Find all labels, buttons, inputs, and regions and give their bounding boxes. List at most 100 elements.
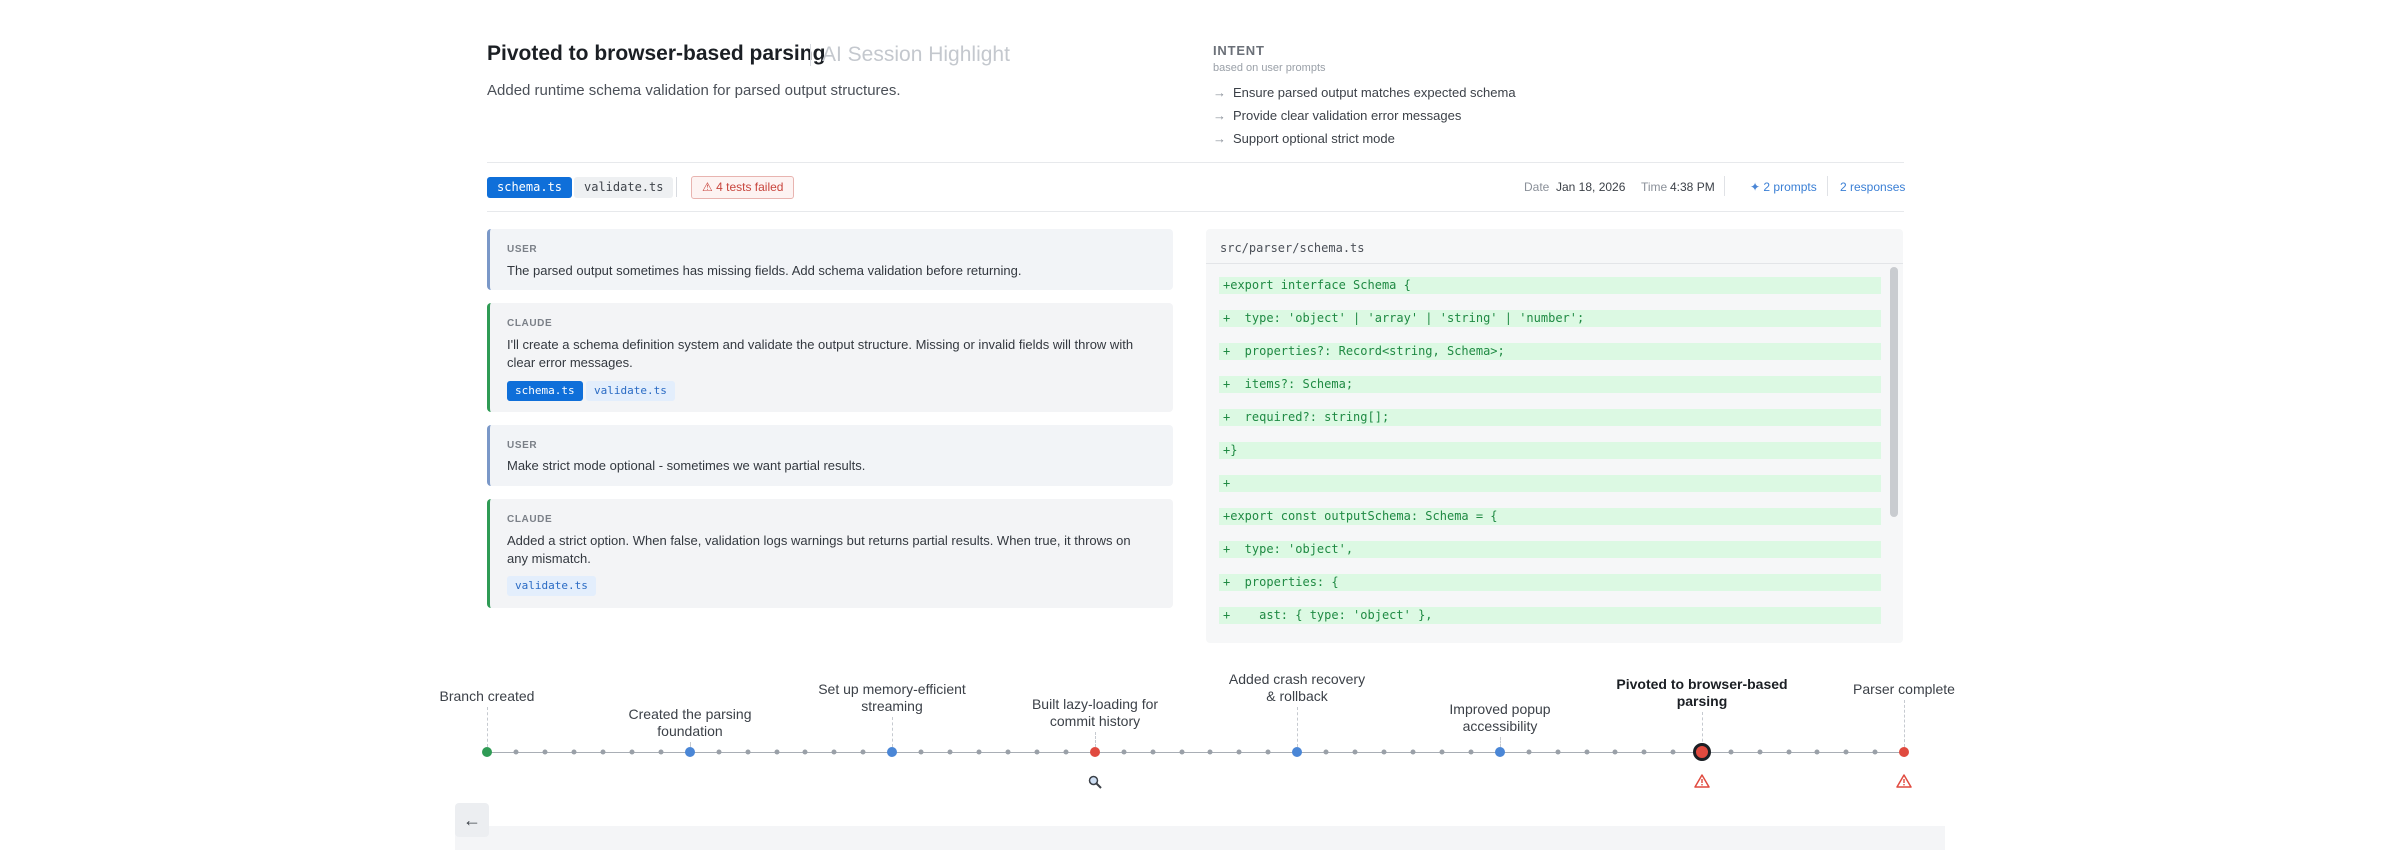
diff-line-added: + properties?: Record<string, Schema>; [1219, 343, 1881, 360]
milestone-dot[interactable] [685, 747, 695, 757]
timeline-tick[interactable] [658, 749, 664, 755]
milestone-dot[interactable] [482, 747, 492, 757]
timeline-date-axis [455, 826, 1945, 850]
timeline-tick[interactable] [947, 749, 953, 755]
timeline-tick[interactable] [600, 749, 606, 755]
timeline-tick[interactable] [1843, 749, 1849, 755]
timeline-tick[interactable] [1265, 749, 1271, 755]
timeline-tick[interactable] [1439, 749, 1445, 755]
message-role: USER [507, 440, 538, 451]
milestone-dot[interactable] [1899, 747, 1909, 757]
file-tab-schema[interactable]: schema.ts [487, 177, 573, 198]
milestone-label: foundation [657, 723, 723, 739]
timeline-tick[interactable] [1786, 749, 1792, 755]
diff-line-added: + type: 'object' | 'array' | 'string' | … [1219, 310, 1881, 327]
timeline-tick[interactable] [1670, 749, 1676, 755]
code-diff-panel: src/parser/schema.ts +export interface S… [1206, 229, 1903, 643]
timeline-tick[interactable] [1468, 749, 1474, 755]
timeline-tick[interactable] [1323, 749, 1329, 755]
timeline-tick[interactable] [1381, 749, 1387, 755]
milestone-connector [487, 707, 488, 747]
timeline-tick[interactable] [1034, 749, 1040, 755]
message-file-chip-validate[interactable]: validate.ts [586, 381, 675, 401]
timeline-tick[interactable] [1063, 749, 1069, 755]
diff-line-added: +export const outputSchema: Schema = { [1219, 508, 1881, 525]
timeline-tick[interactable] [831, 749, 837, 755]
timeline-tick[interactable] [1179, 749, 1185, 755]
sparkle-icon: ✦ [1750, 180, 1761, 194]
timeline-tick[interactable] [774, 749, 780, 755]
message-role: CLAUDE [507, 514, 553, 525]
milestone-connector [1702, 712, 1703, 747]
message-text: I'll create a schema definition system a… [507, 337, 1134, 370]
milestone-connector [1500, 737, 1501, 747]
prompts-link[interactable]: ✦ 2 prompts [1750, 180, 1817, 194]
milestone-label: Branch created [439, 688, 535, 704]
diff-line-added: + required?: string[]; [1219, 409, 1881, 426]
diff-line-added: + [1219, 475, 1881, 492]
time-value: 4:38 PM [1670, 180, 1715, 194]
milestone-dot[interactable] [887, 747, 897, 757]
meta-divider [1724, 176, 1725, 196]
warning-icon [1896, 774, 1912, 793]
timeline-tick[interactable] [976, 749, 982, 755]
timeline-tick[interactable] [1555, 749, 1561, 755]
timeline-tick[interactable] [1584, 749, 1590, 755]
timeline-tick[interactable] [1150, 749, 1156, 755]
responses-link[interactable]: 2 responses [1840, 180, 1905, 194]
timeline-tick[interactable] [1757, 749, 1763, 755]
timeline-tick[interactable] [1005, 749, 1011, 755]
tests-failed-badge[interactable]: ⚠ 4 tests failed [691, 176, 795, 199]
milestone-label: Created the parsing [628, 706, 752, 722]
timeline-tick[interactable] [716, 749, 722, 755]
timeline-tick[interactable] [1121, 749, 1127, 755]
timeline-tick[interactable] [1236, 749, 1242, 755]
file-tab-validate[interactable]: validate.ts [574, 177, 674, 198]
timeline-tick[interactable] [513, 749, 519, 755]
timeline-tick[interactable] [542, 749, 548, 755]
milestone-connector [1095, 732, 1096, 747]
milestone-label: Built lazy-loading for [1031, 696, 1159, 712]
timeline-tick[interactable] [1612, 749, 1618, 755]
milestone-label: Set up memory-efficient [818, 681, 966, 697]
message-role: USER [507, 244, 538, 255]
milestone-label: accessibility [1462, 718, 1538, 734]
milestone-dot-current[interactable] [1693, 743, 1711, 761]
timeline-tick[interactable] [571, 749, 577, 755]
timeline-tick[interactable] [1641, 749, 1647, 755]
timeline-tick[interactable] [860, 749, 866, 755]
milestone-dot[interactable] [1292, 747, 1302, 757]
milestone-dot[interactable] [1495, 747, 1505, 757]
timeline-tick[interactable] [1814, 749, 1820, 755]
diff-line-added: +} [1219, 442, 1881, 459]
milestone-dot[interactable] [1090, 747, 1100, 757]
timeline-tick[interactable] [1728, 749, 1734, 755]
title-divider [810, 44, 811, 66]
timeline-tick[interactable] [629, 749, 635, 755]
timeline-tick[interactable] [745, 749, 751, 755]
timeline-tick[interactable] [1410, 749, 1416, 755]
milestone-connector [1904, 700, 1905, 747]
milestone-connector [892, 717, 893, 747]
diff-line-added: + ast: { type: 'object' }, [1219, 607, 1881, 624]
timeline-tick[interactable] [1207, 749, 1213, 755]
milestone-connector [1297, 707, 1298, 747]
milestone-label: Added crash recovery [1228, 671, 1366, 687]
message-user: USER Make strict mode optional - sometim… [487, 425, 1173, 486]
message-file-chip-validate[interactable]: validate.ts [507, 576, 596, 596]
message-file-chip-schema[interactable]: schema.ts [507, 381, 583, 401]
code-diff-body: +export interface Schema {+ type: 'objec… [1219, 277, 1881, 640]
timeline-tick[interactable] [802, 749, 808, 755]
magnifier-icon [1087, 774, 1103, 795]
back-button[interactable]: ← [455, 803, 489, 837]
timeline-tick[interactable] [1526, 749, 1532, 755]
timeline-tick[interactable] [918, 749, 924, 755]
code-scrollbar[interactable] [1890, 267, 1898, 517]
time-label: Time [1641, 180, 1668, 194]
timeline-tick[interactable] [1352, 749, 1358, 755]
timeline-tick[interactable] [1872, 749, 1878, 755]
meta-divider [1827, 176, 1828, 196]
warning-icon [1694, 774, 1710, 793]
intent-item: → Ensure parsed output matches expected s… [1213, 85, 1516, 100]
milestone-label: Parser complete [1853, 681, 1955, 697]
